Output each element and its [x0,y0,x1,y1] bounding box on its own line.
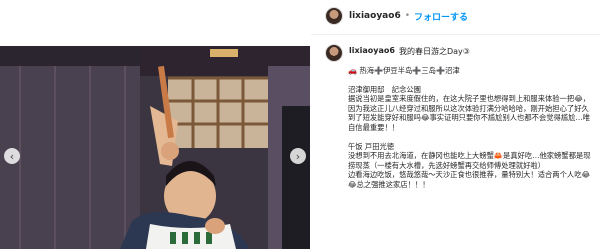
chevron-right-icon: › [295,149,301,163]
caption-username[interactable]: lixiaoyao6 [349,46,395,55]
carousel-prev-button[interactable]: ‹ [4,148,20,164]
header-username[interactable]: lixiaoyao6 [349,11,401,21]
section1-body: 据说当初是皇室来度假住的，在这大院子里也想得到上和服来体验一把😂，因为我这正儿八… [348,94,591,132]
section2-heading: 午饭 戸田光徳 [348,141,395,151]
follow-button[interactable]: フォローする [414,10,468,23]
caption-body: 🚗 热海➕伊豆半岛➕三岛➕沼津 沼津御用邸 記念公園 据说当初是皇室来度假住的，… [348,66,596,190]
section3-body: 边看海边吃饭，悠哉悠哉～天沙正食也很推荐，量特别大！适合两个人吃😂😂总之强推这家… [348,170,591,189]
caption-avatar[interactable] [325,44,343,62]
post-header: lixiaoyao6 • フォローする [325,6,468,26]
caption-title: 我的春日游之Day③ [398,47,470,56]
post-photo [0,46,310,249]
carousel-next-button[interactable]: › [290,148,306,164]
chevron-left-icon: ‹ [9,149,15,163]
caption-header: lixiaoyao6 我的春日游之Day③ [325,44,470,62]
header-divider [311,34,600,35]
avatar[interactable] [325,7,343,25]
section2-body: 没想到不用去北海道，在静冈也能吃上大螃蟹🦀是真好吃…他家螃蟹都是现捞现蒸（一楼有… [348,151,591,170]
photo-illustration [0,46,310,249]
post-details-panel: lixiaoyao6 • フォローする lixiaoyao6 我的春日游之Day… [311,0,600,249]
caption-route: 🚗 热海➕伊豆半岛➕三岛➕沼津 [348,66,460,75]
separator-dot: • [404,11,411,21]
section1-heading: 沼津御用邸 記念公園 [348,84,421,94]
post-media-panel: ‹ › [0,0,310,249]
